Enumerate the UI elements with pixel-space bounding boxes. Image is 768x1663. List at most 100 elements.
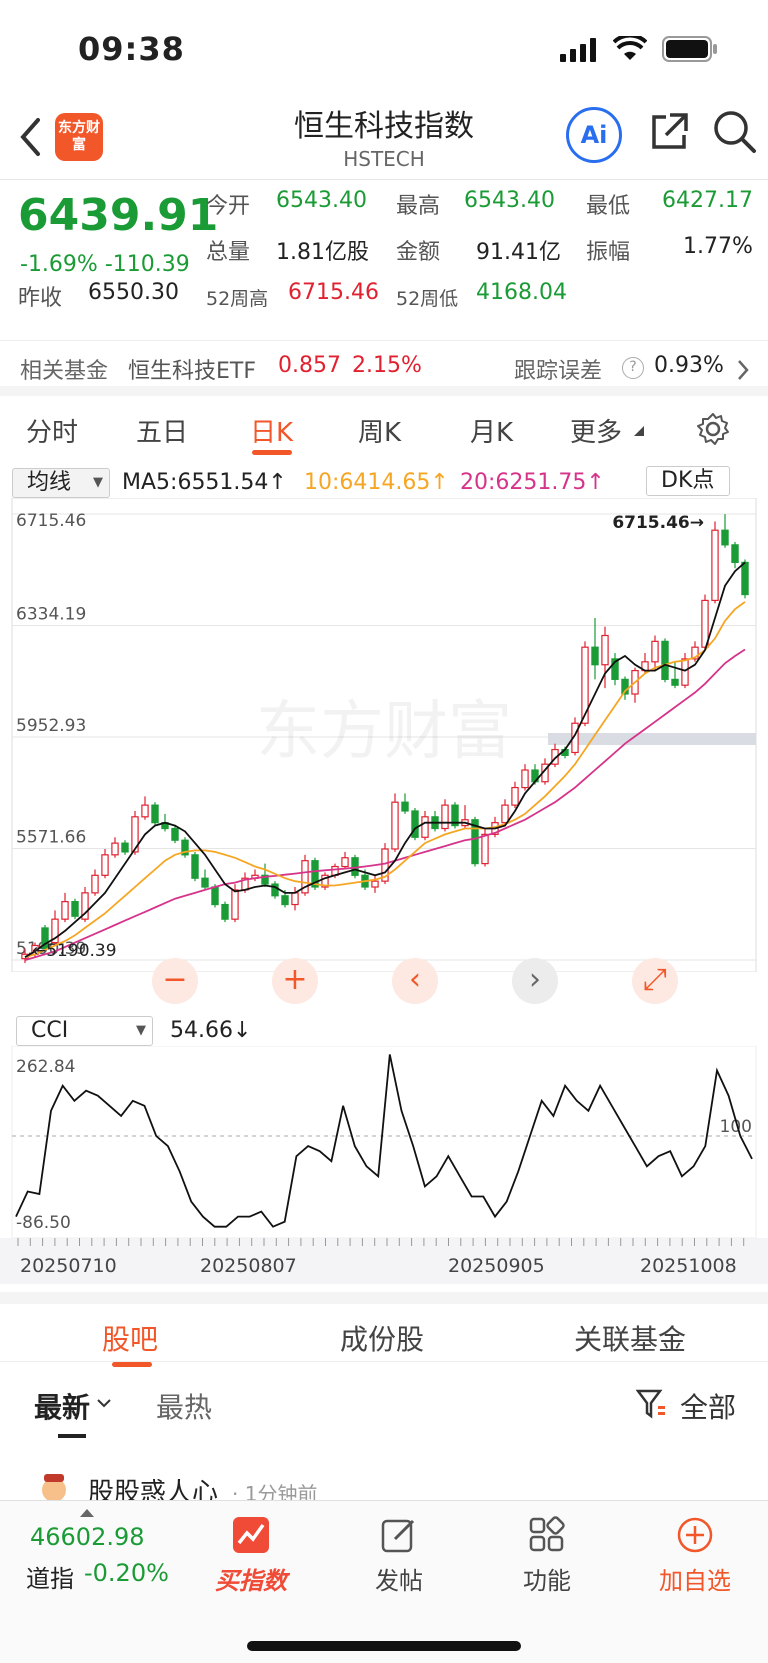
price-tick-label: 6715.46 [16, 511, 86, 531]
ma20-label: 20:6251.75↑ [460, 470, 605, 495]
open-label: 今开 [206, 194, 251, 219]
post-username[interactable]: 股股惑人心 [88, 1472, 218, 1500]
tab-intraday[interactable]: 分时 [26, 412, 78, 449]
candle-body [661, 640, 669, 680]
candle-body [421, 816, 429, 838]
scroll-left-button[interactable]: ‹ [392, 958, 438, 1004]
sort-hot[interactable]: 最热 [156, 1386, 212, 1426]
ma5-label: MA5:6551.54↑ [122, 470, 287, 495]
scroll-right-button[interactable]: › [512, 958, 558, 1004]
candle-body [401, 801, 409, 812]
fund-label: 相关基金 [20, 359, 109, 384]
candle-body [721, 529, 729, 546]
watermark-text: 东方财富 [256, 695, 512, 769]
candle-body [391, 801, 399, 850]
price-tick-label: 5952.93 [16, 716, 86, 736]
dk-point-button[interactable]: DK点 [646, 466, 730, 496]
candle-body [101, 854, 109, 876]
tab-weekly-k[interactable]: 周K [358, 412, 401, 449]
candlestick-chart[interactable]: 6715.466334.195952.935571.665190.39东方财富6… [0, 498, 768, 972]
ma-select[interactable]: 均线 ▼ [12, 468, 110, 498]
quote-panel: 6439.91 -1.69% -110.39 今开 6543.40 最高 654… [0, 182, 768, 332]
kline-chart-area: 均线 ▼ MA5:6551.54↑ 10:6414.65↑ 20:6251.75↑… [0, 462, 768, 1292]
fullscreen-button[interactable]: ⤢ [632, 958, 678, 1004]
wifi-icon [613, 36, 647, 60]
candle-body [371, 880, 379, 888]
amplitude-label: 振幅 [586, 240, 631, 265]
related-fund-row[interactable]: 相关基金 恒生科技ETF 0.857 2.15% 跟踪误差 ? 0.93% [0, 340, 768, 396]
candle-body [141, 804, 149, 818]
post-button[interactable]: 发帖 [344, 1509, 454, 1596]
tab-monthly-k[interactable]: 月K [470, 412, 513, 449]
candle-body [291, 892, 299, 906]
search-icon[interactable] [712, 109, 758, 155]
tracking-error-value: 0.93% [654, 353, 724, 378]
caret-up-icon [80, 1509, 94, 1517]
w52-low-label: 52周低 [396, 288, 459, 310]
candle-body [151, 804, 159, 824]
price-tick-label: 6334.19 [16, 605, 86, 625]
indicator-select[interactable]: CCI ▼ [16, 1016, 153, 1046]
tab-active-indicator [252, 450, 292, 455]
tab-forum[interactable]: 股吧 [102, 1318, 158, 1358]
cci-chart[interactable]: 262.84-86.5010020250710 20250807 20250905 2… [0, 1046, 768, 1292]
buy-index-button[interactable]: 买指数 [196, 1509, 306, 1596]
tab-constituents[interactable]: 成份股 [340, 1318, 424, 1358]
volume-label: 总量 [206, 240, 251, 265]
status-time: 09:38 [78, 30, 185, 68]
post-preview[interactable]: 股股惑人心 · 1分钟前 [0, 1470, 768, 1500]
add-watchlist-button[interactable]: 加自选 [640, 1509, 750, 1596]
change-info: -1.69% -110.39 [20, 252, 190, 277]
avatar [42, 1474, 66, 1500]
tab-daily-k[interactable]: 日K [250, 412, 293, 449]
candle-body [591, 646, 599, 666]
edit-icon [381, 1519, 415, 1553]
share-icon[interactable] [648, 111, 690, 153]
ticker-index-value[interactable]: 46602.98 [30, 1523, 145, 1551]
tab-related-funds[interactable]: 关联基金 [574, 1318, 686, 1358]
candle-body [71, 901, 79, 917]
amplitude-value: 1.77% [683, 234, 753, 259]
open-value: 6543.40 [276, 188, 367, 213]
date-label: 20250710 [20, 1255, 117, 1277]
candle-body [501, 804, 509, 824]
functions-button[interactable]: 功能 [492, 1509, 602, 1596]
chevron-down-icon [97, 1399, 111, 1408]
candle-body [671, 678, 679, 686]
date-label: 20251008 [640, 1255, 737, 1277]
prev-close-value: 6550.30 [88, 280, 179, 305]
tab-more[interactable]: 更多 [570, 412, 622, 449]
amount-label: 金额 [396, 240, 441, 265]
candle-body [711, 529, 719, 602]
max-price-label: 6715.46→ [612, 513, 704, 533]
add-circle-icon [677, 1517, 713, 1553]
cci-tick-label: -86.50 [16, 1213, 71, 1233]
candle-body [91, 874, 99, 894]
tracking-error-label: 跟踪误差 [514, 359, 603, 384]
w52-high-value: 6715.46 [288, 280, 379, 305]
candle-body [221, 903, 229, 920]
filter-all[interactable]: 全部 [680, 1386, 736, 1426]
help-icon[interactable]: ? [622, 357, 644, 379]
candle-body [281, 895, 289, 906]
filter-icon[interactable] [636, 1388, 666, 1420]
candle-body [441, 804, 449, 830]
min-price-label: ←5190.39 [32, 941, 117, 961]
low-value: 6427.17 [662, 188, 753, 213]
candle-body [411, 810, 419, 838]
zoom-in-button[interactable]: + [272, 958, 318, 1004]
candle-body [521, 769, 529, 789]
w52-low-value: 4168.04 [476, 280, 567, 305]
home-indicator [247, 1641, 521, 1651]
post-time: · 1分钟前 [232, 1482, 318, 1500]
sort-latest[interactable]: 最新 [34, 1386, 90, 1426]
tab-five-day[interactable]: 五日 [136, 412, 188, 449]
date-label: 20250807 [200, 1255, 297, 1277]
dropdown-corner-icon [634, 426, 644, 436]
zoom-out-button[interactable]: − [152, 958, 198, 1004]
ai-button[interactable]: Ai [566, 107, 622, 163]
date-label: 20250905 [448, 1255, 545, 1277]
candle-body [201, 877, 209, 888]
settings-gear-icon[interactable] [696, 412, 730, 446]
high-value: 6543.40 [464, 188, 555, 213]
